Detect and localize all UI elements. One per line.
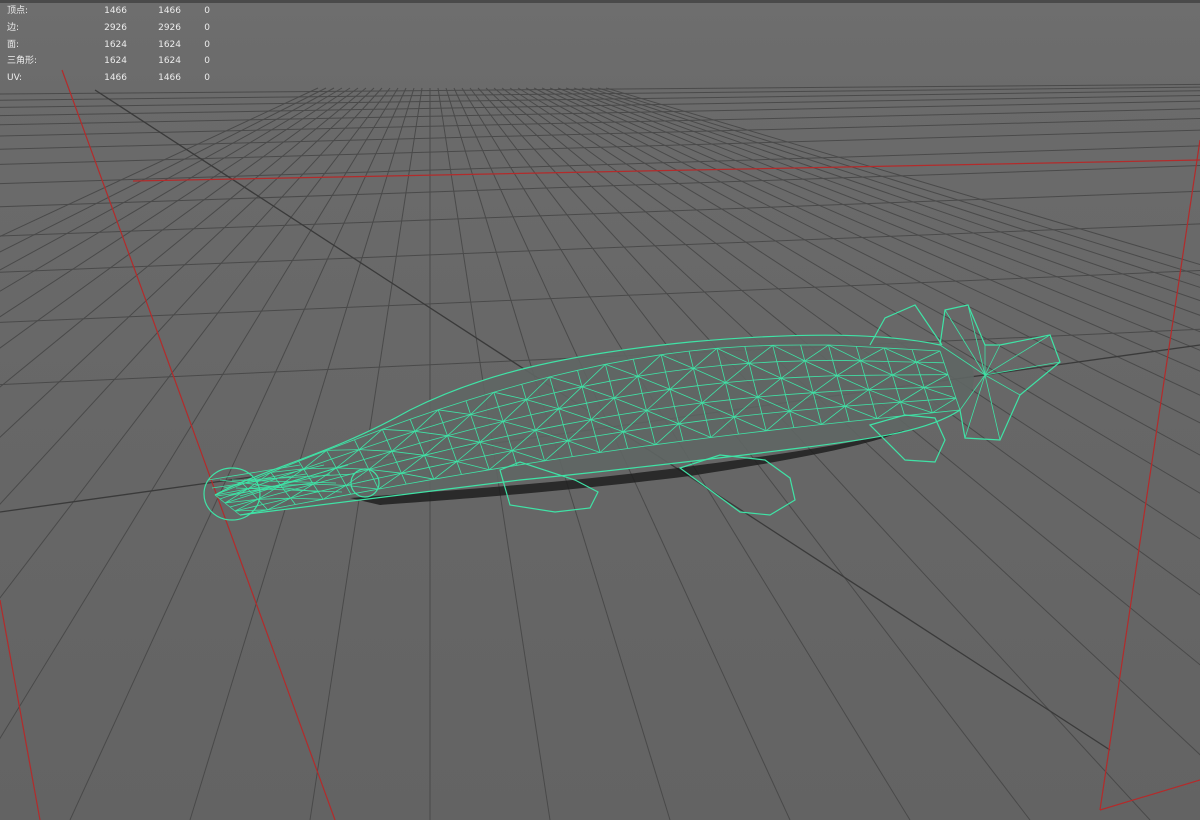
grid-depth-line [0, 87, 359, 349]
hud-value-total: 1466 [104, 73, 127, 84]
hud-row-uvs: UV: 1466 1466 0 [7, 70, 210, 87]
fish-body-fill [215, 335, 974, 515]
grid-depth-line [0, 87, 343, 292]
grid-row-line [0, 223, 1200, 273]
hud-value-extra: 0 [204, 56, 210, 67]
poly-count-hud: 顶点: 1466 1466 0 边: 2926 2926 0 面: 1624 1… [7, 3, 210, 87]
grid-depth-line [0, 87, 335, 271]
grid-row-line [0, 145, 1200, 185]
hud-value-selected: 1624 [158, 56, 181, 67]
hud-row-edges: 边: 2926 2926 0 [7, 20, 210, 37]
frustum-edge-left [61, 69, 336, 820]
hud-value-extra: 0 [204, 39, 210, 50]
frustum-edge-left-outer [0, 599, 41, 820]
grid-row-line [0, 190, 1200, 237]
hud-value-selected: 1624 [158, 39, 181, 50]
grid-depth-line [0, 87, 351, 318]
hud-value-selected: 2926 [158, 22, 181, 33]
hud-value-total: 1624 [104, 39, 127, 50]
3d-viewport[interactable]: 顶点: 1466 1466 0 边: 2926 2926 0 面: 1624 1… [0, 0, 1200, 820]
frustum-edge-right [1099, 139, 1200, 811]
hud-value-total: 1624 [104, 56, 127, 67]
mesh-edge [984, 374, 1001, 441]
mesh-edge [984, 374, 1021, 396]
hud-value-extra: 0 [204, 22, 210, 33]
grid-depth-line [0, 87, 367, 388]
hud-label: 顶点: [7, 6, 29, 16]
hud-value-total: 2926 [104, 22, 127, 33]
hud-row-triangles: 三角形: 1624 1624 0 [7, 53, 210, 70]
grid-row-line [0, 270, 1200, 323]
mesh-edge [832, 359, 861, 362]
hud-value-extra: 0 [204, 6, 210, 16]
scene-canvas[interactable] [0, 0, 1200, 820]
hud-value-extra: 0 [204, 73, 210, 84]
hud-row-faces: 面: 1624 1624 0 [7, 37, 210, 54]
fish-wireframe[interactable] [203, 304, 1061, 521]
hud-value-selected: 1466 [158, 73, 181, 84]
hud-label: 面: [7, 39, 20, 50]
hud-label: 边: [7, 22, 20, 33]
grid-depth-line [0, 87, 327, 253]
hud-label: UV: [7, 73, 23, 84]
hud-row-vertices: 顶点: 1466 1466 0 [7, 3, 210, 20]
hud-value-total: 1466 [104, 6, 127, 16]
hud-label: 三角形: [7, 56, 38, 67]
hud-value-selected: 1466 [158, 6, 181, 16]
frustum-edge-right-bottom [1099, 779, 1200, 811]
